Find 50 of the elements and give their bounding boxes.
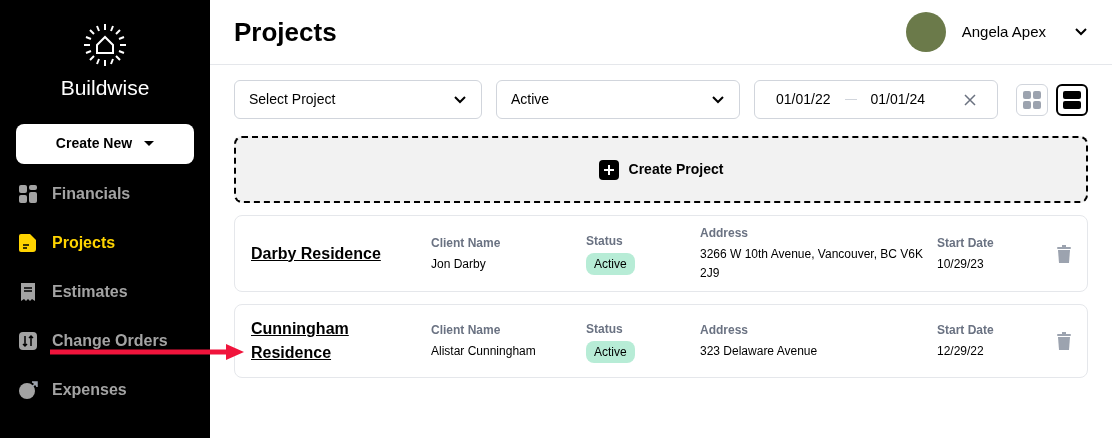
field-value: 323 Delaware Avenue [700,343,819,360]
create-project-button[interactable]: Create Project [234,136,1088,203]
field-value: 3266 W 10th Avenue, Vancouver, BC V6K 2J9 [700,246,925,282]
user-name: Angela Apex [961,21,1046,42]
create-new-button[interactable]: Create New [16,123,194,164]
sidebar-item[interactable]: Financials [0,169,210,219]
page-title: Projects [234,15,337,49]
plus-icon [598,159,619,180]
field-label: Start Date [937,234,995,252]
trash-icon[interactable] [1057,244,1071,263]
date-range-field[interactable]: 01/01/22 01/01/24 [754,80,998,119]
project-select[interactable]: Select Project [234,80,482,119]
sidebar-item[interactable]: Change Orders [0,316,210,366]
caret-down-icon [144,140,155,147]
arrows-icon [18,331,38,351]
trash-icon[interactable] [1057,332,1071,350]
chevron-down-icon[interactable] [1074,27,1088,37]
grid-icon [1023,90,1041,109]
chevron-down-icon [711,94,725,105]
document-icon [18,233,38,253]
receipt-icon [18,282,38,302]
list-view-button[interactable] [1056,83,1088,116]
field-value: Jon Darby [431,255,487,273]
status-badge: Active [586,253,635,275]
grid-view-button[interactable] [1016,83,1048,116]
avatar-icon [905,12,946,52]
field-label: Address [700,225,750,242]
status-badge: Active [586,340,635,363]
field-label: Start Date [937,322,995,339]
sidebar-item[interactable]: Expenses [0,365,210,415]
project-link[interactable]: Darby Residence [251,241,431,266]
coin-icon [18,380,38,400]
project-link[interactable]: Cunningham Residence [251,317,431,365]
grid-icon [18,184,38,204]
field-label: Client Name [431,234,502,252]
list-icon [1063,90,1081,109]
field-value: Alistar Cunningham [431,343,537,360]
chevron-down-icon [453,94,467,105]
sidebar-item[interactable]: Projects [0,218,210,268]
field-label: Status [586,320,624,338]
status-select[interactable]: Active [496,80,740,119]
field-label: Client Name [431,322,502,339]
clear-icon[interactable] [964,93,976,106]
field-value: 12/29/22 [937,343,985,360]
brand-name: Buildwise [60,75,150,101]
sidebar-item[interactable]: Estimates [0,267,210,317]
field-label: Address [700,322,750,339]
field-value: 10/29/23 [937,255,985,273]
field-label: Status [586,233,624,250]
logo-icon [82,22,128,68]
